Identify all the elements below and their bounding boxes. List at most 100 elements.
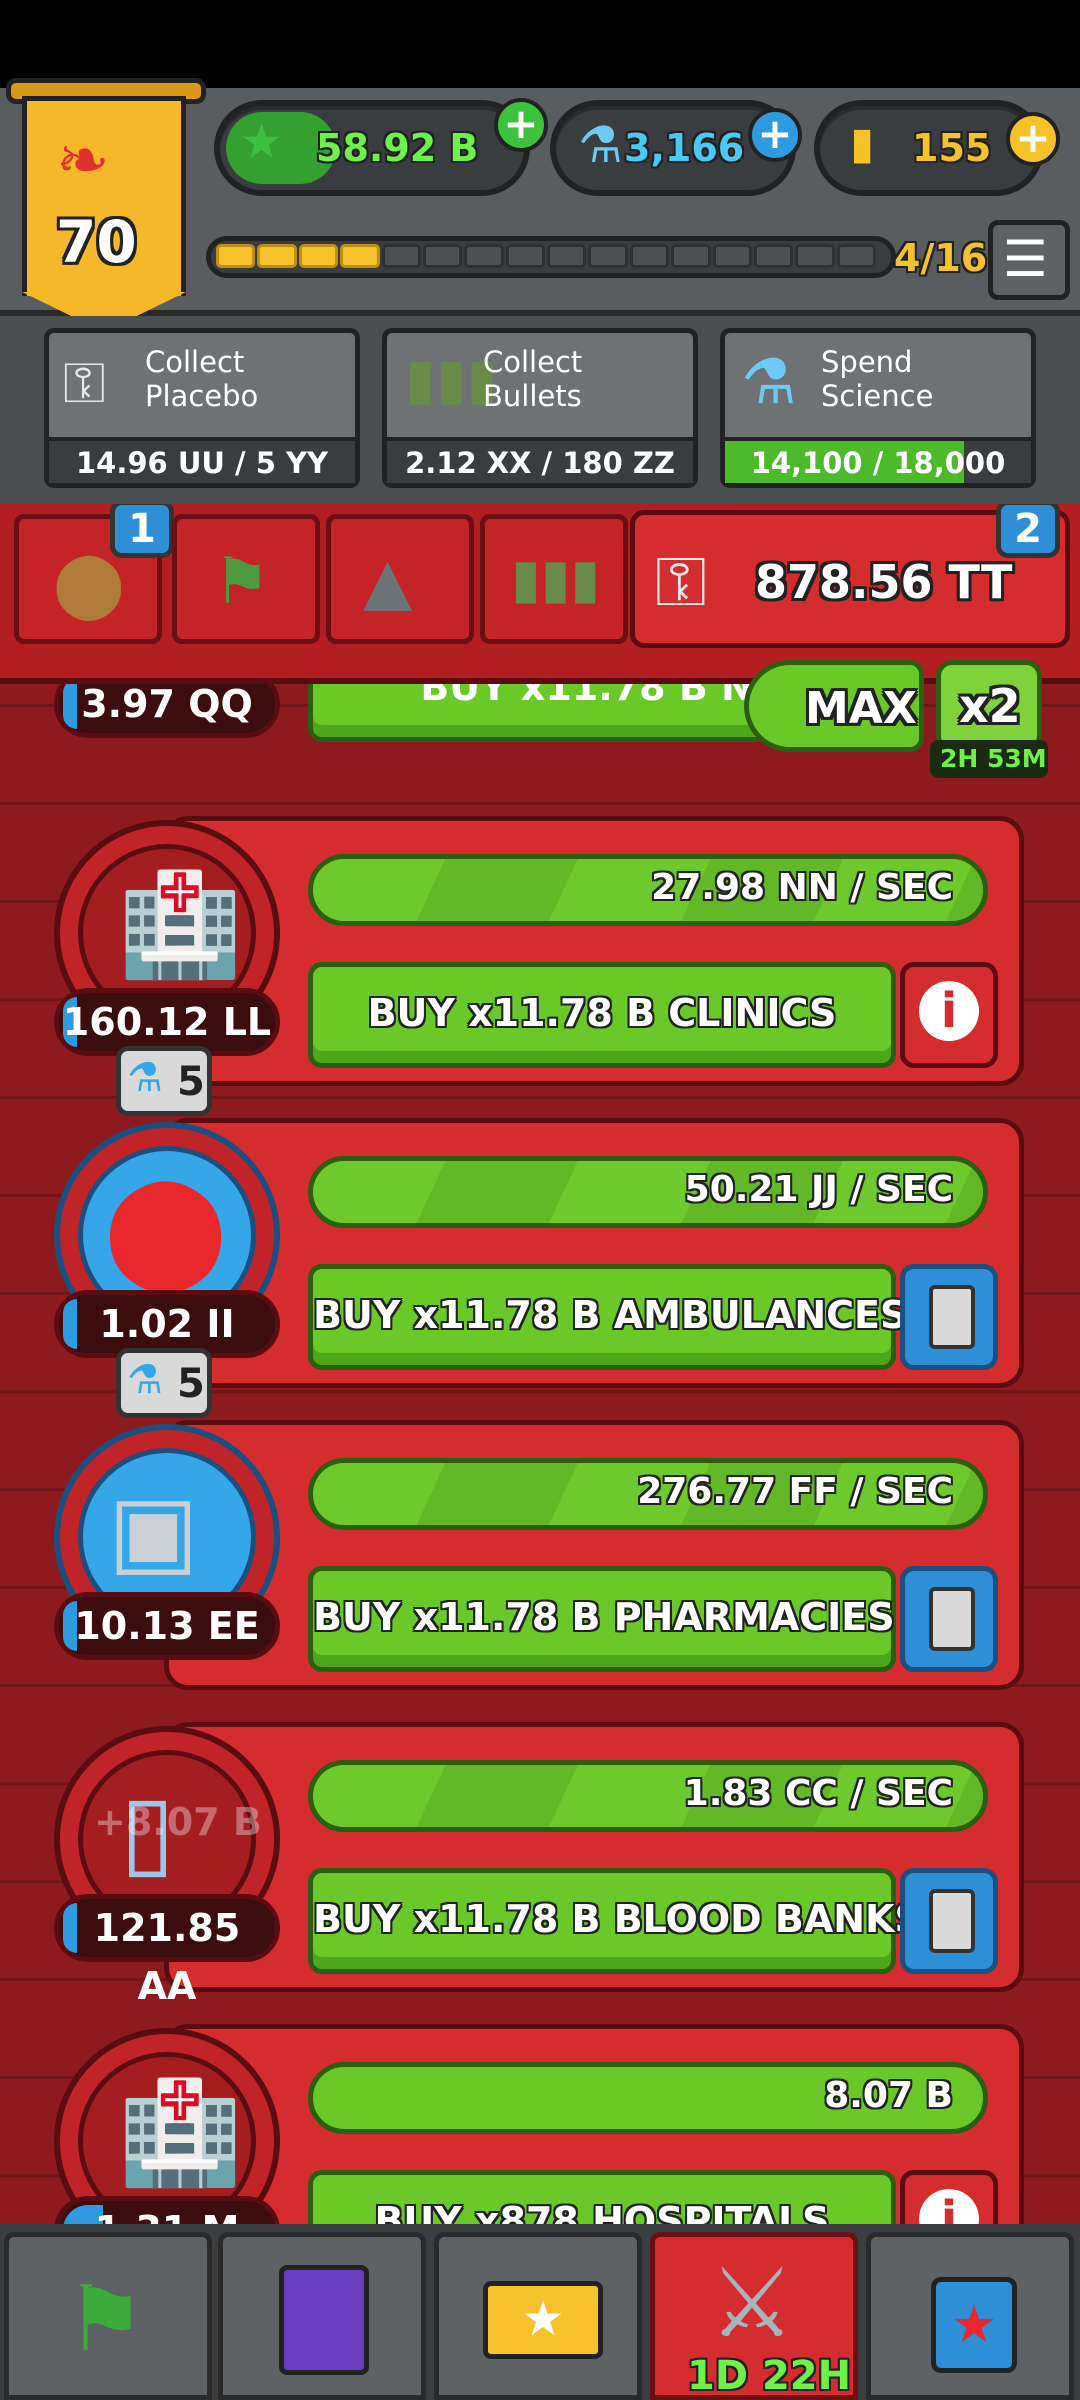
nav-shop[interactable]: ★ — [866, 2232, 1074, 2400]
science-badge-value: 5 — [177, 1059, 205, 1105]
medicine-box-icon: ▣ — [108, 1474, 199, 1586]
status-bar — [0, 0, 1080, 88]
nav-tickets[interactable]: ★ — [434, 2232, 642, 2400]
cards-icon — [279, 2265, 369, 2375]
flask-icon: ⚗ — [578, 116, 623, 174]
upgrade-card-button[interactable] — [900, 1566, 998, 1672]
nav-event[interactable]: ⚔ 1D 22H — [650, 2232, 858, 2400]
army-cap-icon: ★ — [240, 114, 284, 170]
tab-placebo-badge: 2 — [996, 504, 1060, 558]
resource-header: ★ 58.92 B + ⚗ 3,166 + ▮ 155 + 4/16 ☰ ❧ 7… — [0, 78, 1080, 332]
boost-timer-value: 2H 53M — [940, 744, 1047, 773]
progress-segment — [381, 244, 421, 268]
science-value: 3,166 — [624, 126, 745, 170]
max-label: MAX — [805, 683, 917, 734]
gold-bar-icon: ▮ — [850, 118, 875, 169]
producers-area: ⬤ 1 ⚑ ▲ ▮▮▮ ⚿ 878.56 TT 2 3.97 QQ BUY x1… — [0, 504, 1080, 2224]
bullets-icon: ▮▮▮ — [511, 547, 601, 610]
progress-segment — [753, 244, 794, 268]
task-card-bullets[interactable]: ▮▮▮ Collect Bullets 2.12 XX / 180 ZZ — [382, 328, 698, 488]
progress-segment — [795, 244, 835, 268]
task-card-science[interactable]: ⚗ Spend Science 14,100 / 18,000 — [720, 328, 1036, 488]
production-rate-bar: 27.98 NN / SEC — [308, 854, 988, 926]
task-title: Spend Science — [821, 345, 933, 413]
info-button[interactable]: i — [900, 962, 998, 1068]
production-rate: 27.98 NN / SEC — [651, 867, 953, 908]
tab-rocks[interactable]: ▲ — [326, 514, 474, 644]
hospital-icon: 🏥 — [118, 2074, 243, 2191]
progress-segment — [712, 244, 752, 268]
brick-line — [0, 802, 1080, 805]
flask-icon: ⚗ — [127, 1055, 163, 1101]
level-value: 70 — [56, 208, 137, 276]
task-cards: ⚿ Collect Placebo 14.96 UU / 5 YY ▮▮▮ Co… — [0, 316, 1080, 504]
production-rate-bar: 50.21 JJ / SEC — [308, 1156, 988, 1228]
science-badge-value: 5 — [177, 1361, 205, 1407]
task-title: Collect Bullets — [483, 345, 582, 413]
production-rate: 50.21 JJ / SEC — [684, 1169, 953, 1210]
task-card-placebo[interactable]: ⚿ Collect Placebo 14.96 UU / 5 YY — [44, 328, 360, 488]
owned-count-value: 1.31 M — [95, 2208, 240, 2224]
production-rate: 276.77 FF / SEC — [637, 1471, 953, 1512]
task-progress-text: 14,100 / 18,000 — [750, 446, 1006, 480]
owned-count-value: 160.12 LL — [62, 1000, 272, 1044]
gold-value: 155 — [912, 126, 992, 170]
production-rate-bar: 1.83 CC / SEC — [308, 1760, 988, 1832]
level-banner[interactable]: ❧ 70 — [6, 78, 206, 332]
task-title-line1: Collect — [145, 345, 245, 379]
owned-count-value: 1.02 II — [99, 1302, 235, 1346]
cash-pill[interactable]: ★ 58.92 B — [214, 100, 530, 196]
info-button[interactable]: i — [900, 2170, 998, 2224]
task-title-line2: Science — [821, 379, 934, 413]
progress-segment — [216, 244, 256, 268]
tab-island[interactable]: ⚑ — [172, 514, 320, 644]
nav-map[interactable]: ⚑ — [4, 2232, 212, 2400]
production-rate: 8.07 B — [824, 2075, 953, 2116]
production-rate: 1.83 CC / SEC — [683, 1773, 953, 1814]
upgrade-card-button[interactable] — [900, 1868, 998, 1974]
buy-hospitals-button[interactable]: BUY x878 HOSPITALS — [308, 2170, 896, 2224]
flask-icon: ⚗ — [741, 345, 797, 418]
science-badge: ⚗ 5 — [116, 1046, 212, 1116]
active-tab-amount: 878.56 TT — [755, 555, 1013, 609]
buy-blood-banks-button[interactable]: BUY x11.78 B BLOOD BANKS — [308, 1868, 922, 1974]
menu-button[interactable]: ☰ — [988, 220, 1070, 300]
progress-segment — [836, 244, 876, 268]
card-upgrade-icon — [929, 1285, 975, 1349]
task-title-line2: Placebo — [145, 379, 259, 413]
progress-segment — [298, 244, 339, 268]
producer-row-blood-banks: ▯ +8.07 B 121.85 AA 1.83 CC / SEC BUY x1… — [54, 1722, 1024, 2008]
event-timer: 1D 22H — [687, 2353, 852, 2399]
add-science-button[interactable]: + — [748, 108, 802, 162]
tab-bullets[interactable]: ▮▮▮ — [480, 514, 628, 644]
max-button[interactable]: MAX — [744, 660, 924, 752]
task-progress: 14,100 / 18,000 — [725, 437, 1031, 483]
progress-segment — [671, 244, 711, 268]
siren-icon: ⬤ — [104, 1164, 228, 1292]
owned-count-value: 3.97 QQ — [81, 684, 253, 726]
progress-segment — [257, 244, 297, 268]
card-upgrade-icon — [929, 1889, 975, 1953]
nav-cards[interactable] — [218, 2232, 426, 2400]
add-cash-button[interactable]: + — [494, 98, 548, 152]
task-title-line1: Spend — [821, 345, 913, 379]
production-rate-bar: 276.77 FF / SEC — [308, 1458, 988, 1530]
owned-count-value: 10.13 EE — [74, 1604, 260, 1648]
task-title-line1: Collect — [483, 345, 583, 379]
production-rate-bar: 8.07 B — [308, 2062, 988, 2134]
upgrade-card-button[interactable] — [900, 1264, 998, 1370]
buy-ambulances-button[interactable]: BUY x11.78 B AMBULANCES — [308, 1264, 907, 1370]
tab-potato-badge: 1 — [110, 504, 174, 558]
shopping-bag-icon: ★ — [931, 2277, 1017, 2373]
add-gold-button[interactable]: + — [1006, 112, 1060, 166]
buy-pharmacies-button[interactable]: BUY x11.78 B PHARMACIES — [308, 1566, 896, 1672]
category-tabs: ⬤ 1 ⚑ ▲ ▮▮▮ ⚿ 878.56 TT 2 — [0, 504, 1080, 684]
boost-x2-button[interactable]: x2 — [936, 660, 1042, 752]
task-title: Collect Placebo — [145, 345, 258, 413]
buy-clinics-button[interactable]: BUY x11.78 B CLINICS — [308, 962, 896, 1068]
progress-segment — [464, 244, 504, 268]
card-upgrade-icon — [929, 1587, 975, 1651]
bottom-nav: ⚑ ★ ⚔ 1D 22H ★ — [0, 2224, 1080, 2400]
menu-icon: ☰ — [1003, 230, 1048, 288]
floating-gain: +8.07 B — [94, 1800, 262, 1844]
